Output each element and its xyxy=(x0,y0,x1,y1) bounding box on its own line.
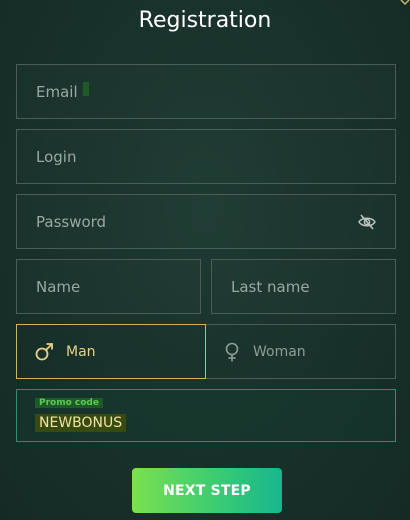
next-step-button[interactable]: NEXT STEP xyxy=(132,468,282,513)
gender-woman-label: Woman xyxy=(253,343,306,360)
gender-man-label: Man xyxy=(66,343,96,360)
login-placeholder: Login xyxy=(36,147,77,166)
email-placeholder: Email xyxy=(36,82,78,101)
male-symbol-icon xyxy=(35,342,53,360)
password-placeholder: Password xyxy=(36,212,107,231)
login-field[interactable]: Login xyxy=(16,129,396,184)
page-title: Registration xyxy=(138,8,272,33)
name-field[interactable]: Name xyxy=(16,259,201,314)
promo-code-value[interactable]: NEWBONUS xyxy=(35,414,127,432)
password-field[interactable]: Password xyxy=(16,194,396,249)
female-symbol-icon xyxy=(225,342,239,361)
promo-code-field[interactable]: Promo code NEWBONUS xyxy=(16,389,396,442)
gender-man-option[interactable]: Man xyxy=(16,324,206,379)
text-cursor xyxy=(83,82,89,96)
eye-slash-icon[interactable] xyxy=(357,212,377,232)
lastname-field[interactable]: Last name xyxy=(211,259,396,314)
gender-woman-option[interactable]: Woman xyxy=(206,324,396,379)
corner-arrow-icon xyxy=(400,0,410,6)
email-field[interactable]: Email xyxy=(16,64,396,119)
name-placeholder: Name xyxy=(36,277,81,296)
promo-code-label: Promo code xyxy=(35,398,103,408)
lastname-placeholder: Last name xyxy=(231,277,310,296)
